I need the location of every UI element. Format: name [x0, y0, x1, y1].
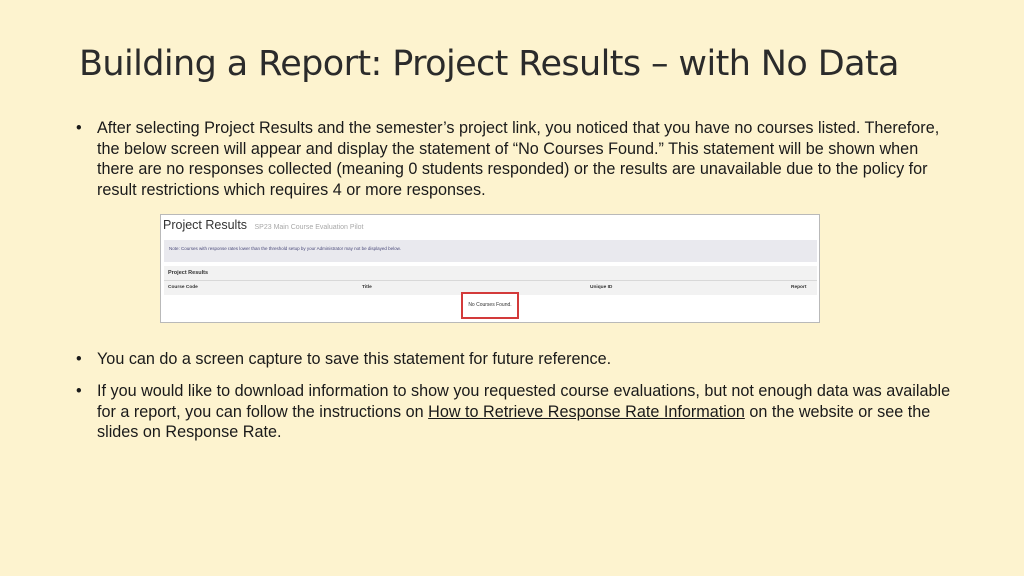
bullet-1: • After selecting Project Results and th…: [76, 118, 956, 200]
results-panel: Project Results Course Code Title Unique…: [164, 266, 817, 320]
screenshot-title: Project Results: [163, 218, 248, 232]
panel-title: Project Results: [168, 270, 209, 276]
no-courses-found-message: No Courses Found.: [461, 292, 519, 319]
screenshot-subtitle: SP23 Main Course Evaluation Pilot: [254, 224, 364, 231]
bullet-2-text: You can do a screen capture to save this…: [97, 350, 612, 368]
column-header-report: Report: [791, 285, 807, 290]
panel-divider: [164, 280, 817, 281]
column-header-unique-id: Unique ID: [590, 285, 613, 290]
bullet-marker: •: [76, 119, 82, 137]
column-header-course-code: Course Code: [168, 285, 198, 290]
screenshot-header: Project Results SP23 Main Course Evaluat…: [163, 216, 363, 234]
slide: Building a Report: Project Results – wit…: [0, 0, 1024, 576]
threshold-note: Note: Courses with response rates lower …: [164, 240, 817, 262]
bullet-3: • If you would like to download informat…: [76, 381, 956, 443]
response-rate-link[interactable]: How to Retrieve Response Rate Informatio…: [428, 403, 745, 421]
empty-table-row: No Courses Found.: [164, 292, 817, 320]
bullet-marker: •: [76, 350, 82, 368]
bullet-3-text: If you would like to download informatio…: [97, 381, 956, 443]
slide-title: Building a Report: Project Results – wit…: [79, 44, 900, 84]
bullet-1-text: After selecting Project Results and the …: [97, 119, 940, 199]
bullet-marker: •: [76, 382, 82, 400]
column-header-title: Title: [362, 285, 372, 290]
project-results-screenshot: Project Results SP23 Main Course Evaluat…: [160, 214, 820, 323]
bullet-2: • You can do a screen capture to save th…: [76, 349, 956, 370]
